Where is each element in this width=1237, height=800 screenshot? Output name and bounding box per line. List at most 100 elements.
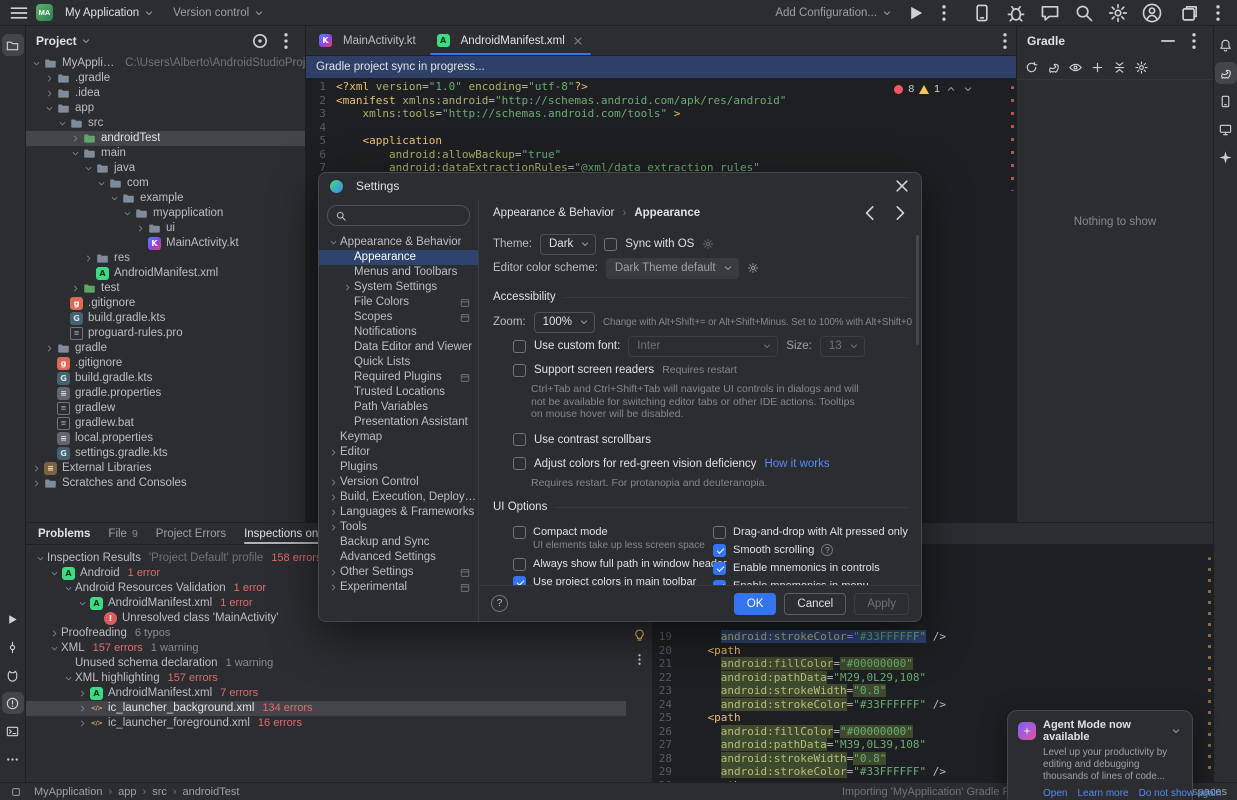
- hide-panel-icon[interactable]: [1157, 30, 1179, 52]
- chevron-right-icon[interactable]: [341, 281, 354, 294]
- code-line[interactable]: 3 xmlns:tools="http://schemas.android.co…: [306, 107, 1016, 121]
- breadcrumb-myapplication[interactable]: MyApplication: [34, 786, 102, 798]
- apply-button[interactable]: Apply: [854, 593, 909, 615]
- window-options-icon[interactable]: [1207, 2, 1229, 24]
- chevron-right-icon[interactable]: [327, 566, 340, 579]
- next-error-icon[interactable]: [962, 83, 974, 95]
- run-tool-icon[interactable]: [2, 608, 24, 630]
- chevron-down-icon[interactable]: [43, 102, 56, 115]
- tree-item-main[interactable]: main: [26, 146, 305, 161]
- chevron-right-icon[interactable]: [327, 446, 340, 459]
- code-line[interactable]: 2<manifest xmlns:android="http://schemas…: [306, 94, 1016, 108]
- more-actions-icon[interactable]: [933, 2, 955, 24]
- tree-item-ui[interactable]: ui: [26, 221, 305, 236]
- ide-settings-icon[interactable]: [1107, 2, 1129, 24]
- option-always-show-full-path-in-window-header[interactable]: Always show full path in window header: [513, 557, 713, 571]
- code-line[interactable]: 23 android:strokeWidth="0.8": [653, 684, 1207, 698]
- gradle-tool-icon[interactable]: [1215, 62, 1237, 84]
- chevron-right-icon[interactable]: [82, 252, 95, 265]
- ok-button[interactable]: OK: [734, 593, 777, 615]
- tree-item-androidtest[interactable]: androidTest: [26, 131, 305, 146]
- option-use-project-colors-in-main-toolbar[interactable]: Use project colors in main toolbar: [513, 575, 713, 585]
- scheme-settings-icon[interactable]: [747, 262, 759, 274]
- running-devices-icon[interactable]: [1215, 90, 1237, 112]
- tree-item-myapplication[interactable]: myapplication: [26, 206, 305, 221]
- chevron-down-icon[interactable]: [69, 147, 82, 160]
- breadcrumb-androidtest[interactable]: androidTest: [183, 786, 240, 798]
- run-configuration-selector[interactable]: Add Configuration...: [769, 2, 899, 24]
- tree-item-tools[interactable]: Tools: [319, 520, 478, 535]
- run-icon[interactable]: [905, 2, 927, 24]
- tree-item-gradle-properties[interactable]: gradle.properties: [26, 386, 305, 401]
- option-smooth-scrolling[interactable]: Smooth scrolling: [713, 543, 908, 557]
- tree-item-advanced-settings[interactable]: Advanced Settings: [319, 550, 478, 565]
- more-tool-windows-icon[interactable]: [2, 748, 24, 770]
- chevron-right-icon[interactable]: [327, 476, 340, 489]
- do-not-show-again-link[interactable]: Do not show again: [1139, 788, 1222, 799]
- tree-item-presentation-assistant[interactable]: Presentation Assistant: [319, 415, 478, 430]
- breadcrumb-app[interactable]: app: [118, 786, 136, 798]
- tree-item-required-plugins[interactable]: Required Plugins: [319, 370, 478, 385]
- chevron-right-icon[interactable]: [327, 491, 340, 504]
- checkbox[interactable]: [513, 558, 526, 571]
- editor-options-icon[interactable]: [994, 30, 1016, 52]
- chevron-down-icon[interactable]: [95, 177, 108, 190]
- chevron-down-icon[interactable]: [82, 162, 95, 175]
- tree-item-gradlew-bat[interactable]: gradlew.bat: [26, 416, 305, 431]
- collapse-popup-icon[interactable]: [1170, 725, 1182, 737]
- chevron-down-icon[interactable]: [34, 552, 47, 565]
- scrollbar[interactable]: [916, 235, 919, 345]
- tree-item-scratches-and-consoles[interactable]: Scratches and Consoles: [26, 476, 305, 491]
- tree-item-gitignore[interactable]: .gitignore: [26, 296, 305, 311]
- chevron-down-icon[interactable]: [327, 236, 340, 249]
- commit-tool-icon[interactable]: [2, 636, 24, 658]
- tree-item-system-settings[interactable]: System Settings: [319, 280, 478, 295]
- chevron-right-icon[interactable]: [76, 717, 89, 730]
- learn-more-link[interactable]: Learn more: [1077, 788, 1128, 799]
- view-options-icon[interactable]: [1065, 58, 1085, 78]
- chevron-right-icon[interactable]: [76, 687, 89, 700]
- tree-item-keymap[interactable]: Keymap: [319, 430, 478, 445]
- chevron-down-icon[interactable]: [56, 117, 69, 130]
- tree-item-ic-launcher-foreground-xml[interactable]: ic_launcher_foreground.xml16 errors: [26, 716, 626, 731]
- project-panel-title[interactable]: Project: [36, 34, 92, 48]
- chevron-down-icon[interactable]: [108, 192, 121, 205]
- restore-window-icon[interactable]: [1179, 2, 1201, 24]
- problems-tool-icon[interactable]: [2, 692, 24, 714]
- code-line[interactable]: 5 <application: [306, 134, 1016, 148]
- code-line[interactable]: 21 android:fillColor="#00000000": [653, 657, 1207, 671]
- tree-item-file-colors[interactable]: File Colors: [319, 295, 478, 310]
- color-scheme-select[interactable]: Dark Theme default: [606, 258, 739, 279]
- tree-item-com[interactable]: com: [26, 176, 305, 191]
- tree-item-version-control[interactable]: Version Control: [319, 475, 478, 490]
- cancel-button[interactable]: Cancel: [784, 593, 846, 615]
- search-everywhere-icon[interactable]: [1073, 2, 1095, 24]
- tree-item-languages-frameworks[interactable]: Languages & Frameworks: [319, 505, 478, 520]
- tree-item-notifications[interactable]: Notifications: [319, 325, 478, 340]
- font-select[interactable]: Inter: [628, 336, 778, 357]
- project-tool-icon[interactable]: [2, 34, 24, 56]
- help-icon[interactable]: [821, 544, 833, 556]
- tree-item-idea[interactable]: .idea: [26, 86, 305, 101]
- chevron-right-icon[interactable]: [48, 627, 61, 640]
- tree-item-myapplication[interactable]: MyApplicationC:\Users\Alberto\AndroidStu…: [26, 56, 305, 71]
- tree-item-data-editor-and-viewer[interactable]: Data Editor and Viewer: [319, 340, 478, 355]
- chevron-right-icon[interactable]: [69, 132, 82, 145]
- tree-item-unused-schema-declaration[interactable]: Unused schema declaration1 warning: [26, 656, 626, 671]
- close-tab-icon[interactable]: [571, 34, 585, 48]
- how-it-works-link[interactable]: How it works: [764, 458, 829, 470]
- close-dialog-icon[interactable]: [891, 175, 913, 197]
- code-line[interactable]: 4: [306, 121, 1016, 135]
- error-stripe[interactable]: [1208, 557, 1211, 770]
- chevron-right-icon[interactable]: [69, 282, 82, 295]
- tree-item-build-execution-deployment[interactable]: Build, Execution, Deployment: [319, 490, 478, 505]
- tree-item-build-gradle-kts[interactable]: build.gradle.kts: [26, 311, 305, 326]
- screen-readers-checkbox[interactable]: [513, 364, 526, 377]
- tree-item-gradle[interactable]: gradle: [26, 341, 305, 356]
- chevron-down-icon[interactable]: [62, 672, 75, 685]
- sync-gradle-icon[interactable]: [1021, 58, 1041, 78]
- tree-item-example[interactable]: example: [26, 191, 305, 206]
- add-configuration-icon[interactable]: [1087, 58, 1107, 78]
- menu-icon[interactable]: [8, 2, 30, 24]
- more-options-icon[interactable]: [629, 649, 649, 669]
